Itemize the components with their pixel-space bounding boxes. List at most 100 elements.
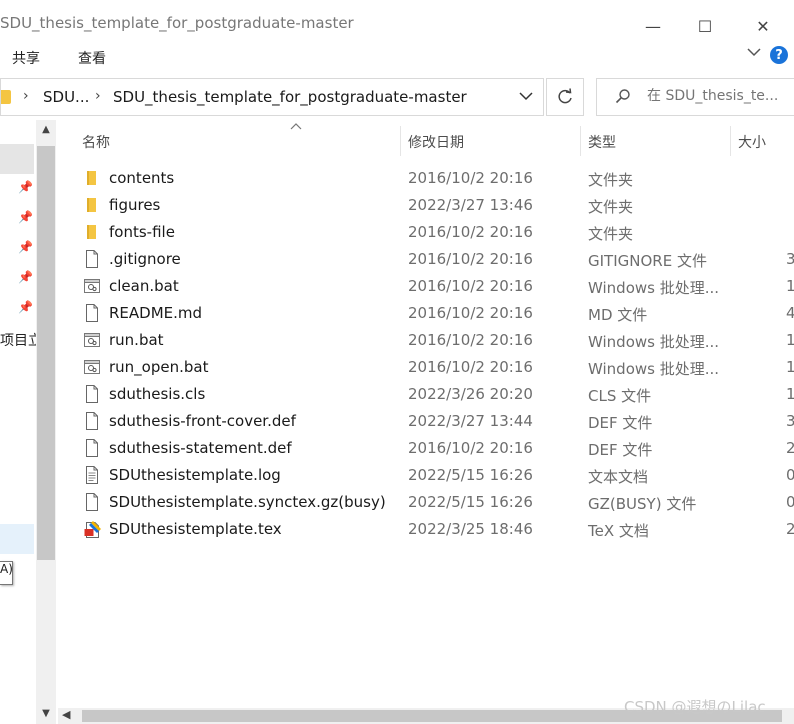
minimize-button[interactable]: — <box>630 8 676 44</box>
search-input[interactable] <box>647 88 794 104</box>
breadcrumb-item[interactable]: SDU... <box>43 88 89 106</box>
file-size: 1 <box>786 277 794 295</box>
nav-item-hover[interactable] <box>0 524 34 554</box>
file-size: 1 <box>786 358 794 376</box>
search-box[interactable] <box>596 78 794 116</box>
column-header-size[interactable]: 大小 <box>738 132 766 152</box>
folder-icon <box>84 196 100 214</box>
file-name: SDUthesistemplate.synctex.gz(busy) <box>109 493 386 511</box>
file-date: 2022/3/25 18:46 <box>408 520 533 538</box>
file-name: figures <box>109 196 161 214</box>
help-icon[interactable]: ? <box>770 46 788 64</box>
watermark: CSDN @遐想のLilac <box>624 698 766 716</box>
scroll-up-icon[interactable]: ▲ <box>36 124 56 140</box>
tex-file-icon <box>84 520 101 538</box>
nav-scrollbar-thumb[interactable] <box>37 146 55 560</box>
batch-file-icon <box>84 277 100 295</box>
file-type: GITIGNORE 文件 <box>588 252 707 270</box>
batch-file-icon <box>84 358 100 376</box>
file-type: 文件夹 <box>588 198 634 216</box>
pin-icon[interactable]: 📌 <box>18 300 33 314</box>
maximize-button[interactable]: ☐ <box>682 8 728 44</box>
sort-ascending-icon <box>290 120 302 133</box>
file-date: 2016/10/2 20:16 <box>408 439 533 457</box>
file-name: sduthesis.cls <box>109 385 206 403</box>
file-type: GZ(BUSY) 文件 <box>588 495 697 513</box>
file-name: README.md <box>109 304 203 322</box>
batch-file-icon <box>84 331 100 349</box>
scroll-left-icon[interactable]: ◀ <box>62 708 70 721</box>
close-button[interactable]: ✕ <box>740 8 786 44</box>
file-size: 0 <box>786 466 794 484</box>
file-icon <box>84 439 100 457</box>
file-date: 2022/5/15 16:26 <box>408 493 533 511</box>
file-row[interactable]: clean.bat 2016/10/2 20:16 Windows 批处理...… <box>58 273 794 300</box>
column-header-type[interactable]: 类型 <box>588 132 616 152</box>
file-date: 2016/10/2 20:16 <box>408 277 533 295</box>
pin-icon[interactable]: 📌 <box>18 180 33 194</box>
window-title: SDU_thesis_template_for_postgraduate-mas… <box>0 14 354 32</box>
file-date: 2022/3/27 13:44 <box>408 412 533 430</box>
ribbon-tab-share[interactable]: 共享 <box>12 48 40 68</box>
nav-item-selected[interactable] <box>0 144 34 174</box>
file-row[interactable]: SDUthesistemplate.synctex.gz(busy) 2022/… <box>58 489 794 516</box>
file-row[interactable]: fonts-file 2016/10/2 20:16 文件夹 <box>58 219 794 246</box>
column-header-name[interactable]: 名称 <box>82 132 110 152</box>
file-size: 3 <box>786 250 794 268</box>
column-divider[interactable] <box>580 126 581 156</box>
file-date: 2022/3/26 20:20 <box>408 385 533 403</box>
ribbon-tab-view[interactable]: 查看 <box>78 48 106 68</box>
file-size: 3 <box>786 412 794 430</box>
file-name: SDUthesistemplate.log <box>109 466 281 484</box>
file-size: 0 <box>786 493 794 511</box>
file-name: .gitignore <box>109 250 181 268</box>
column-divider[interactable] <box>400 126 401 156</box>
file-name: run_open.bat <box>109 358 209 376</box>
file-date: 2022/5/15 16:26 <box>408 466 533 484</box>
pin-icon[interactable]: 📌 <box>18 210 33 224</box>
column-header-date[interactable]: 修改日期 <box>408 132 464 152</box>
file-type: Windows 批处理... <box>588 279 720 297</box>
file-row[interactable]: SDUthesistemplate.log 2022/5/15 16:26 文本… <box>58 462 794 489</box>
file-type: TeX 文档 <box>588 522 649 540</box>
file-row[interactable]: contents 2016/10/2 20:16 文件夹 <box>58 165 794 192</box>
folder-icon <box>84 223 100 241</box>
file-name: run.bat <box>109 331 164 349</box>
text-file-icon <box>84 466 100 484</box>
file-type: Windows 批处理... <box>588 360 720 378</box>
file-row[interactable]: sduthesis-statement.def 2016/10/2 20:16 … <box>58 435 794 462</box>
file-row[interactable]: .gitignore 2016/10/2 20:16 GITIGNORE 文件 … <box>58 246 794 273</box>
column-divider[interactable] <box>730 126 731 156</box>
address-bar[interactable]: › SDU... › SDU_thesis_template_for_postg… <box>0 78 544 116</box>
refresh-button[interactable] <box>546 78 584 116</box>
chevron-down-icon[interactable] <box>747 46 761 61</box>
file-name: sduthesis-front-cover.def <box>109 412 296 430</box>
file-size: 1 <box>786 331 794 349</box>
file-date: 2016/10/2 20:16 <box>408 250 533 268</box>
file-row[interactable]: figures 2022/3/27 13:46 文件夹 <box>58 192 794 219</box>
file-row[interactable]: run_open.bat 2016/10/2 20:16 Windows 批处理… <box>58 354 794 381</box>
breadcrumb-item-current[interactable]: SDU_thesis_template_for_postgraduate-mas… <box>113 88 467 106</box>
file-row[interactable]: sduthesis.cls 2022/3/26 20:20 CLS 文件 10 <box>58 381 794 408</box>
pin-icon[interactable]: 📌 <box>18 270 33 284</box>
file-icon <box>84 250 100 268</box>
file-icon <box>84 412 100 430</box>
file-type: 文件夹 <box>588 171 634 189</box>
file-size: 10 <box>786 385 794 403</box>
scroll-down-icon[interactable]: ▼ <box>36 708 56 724</box>
file-row[interactable]: SDUthesistemplate.tex 2022/3/25 18:46 Te… <box>58 516 794 543</box>
file-name: fonts-file <box>109 223 175 241</box>
breadcrumb-separator[interactable]: › <box>23 88 29 104</box>
file-row[interactable]: run.bat 2016/10/2 20:16 Windows 批处理... 1 <box>58 327 794 354</box>
file-type: 文本文档 <box>588 468 649 486</box>
file-name: sduthesis-statement.def <box>109 439 292 457</box>
file-type: DEF 文件 <box>588 414 653 432</box>
pin-icon[interactable]: 📌 <box>18 240 33 254</box>
chevron-down-icon[interactable] <box>519 90 533 105</box>
column-headers: 名称 修改日期 类型 大小 <box>58 122 794 158</box>
file-row[interactable]: README.md 2016/10/2 20:16 MD 文件 4 <box>58 300 794 327</box>
file-date: 2016/10/2 20:16 <box>408 358 533 376</box>
breadcrumb-separator[interactable]: › <box>95 88 101 104</box>
file-row[interactable]: sduthesis-front-cover.def 2022/3/27 13:4… <box>58 408 794 435</box>
title-bar: SDU_thesis_template_for_postgraduate-mas… <box>0 4 794 40</box>
